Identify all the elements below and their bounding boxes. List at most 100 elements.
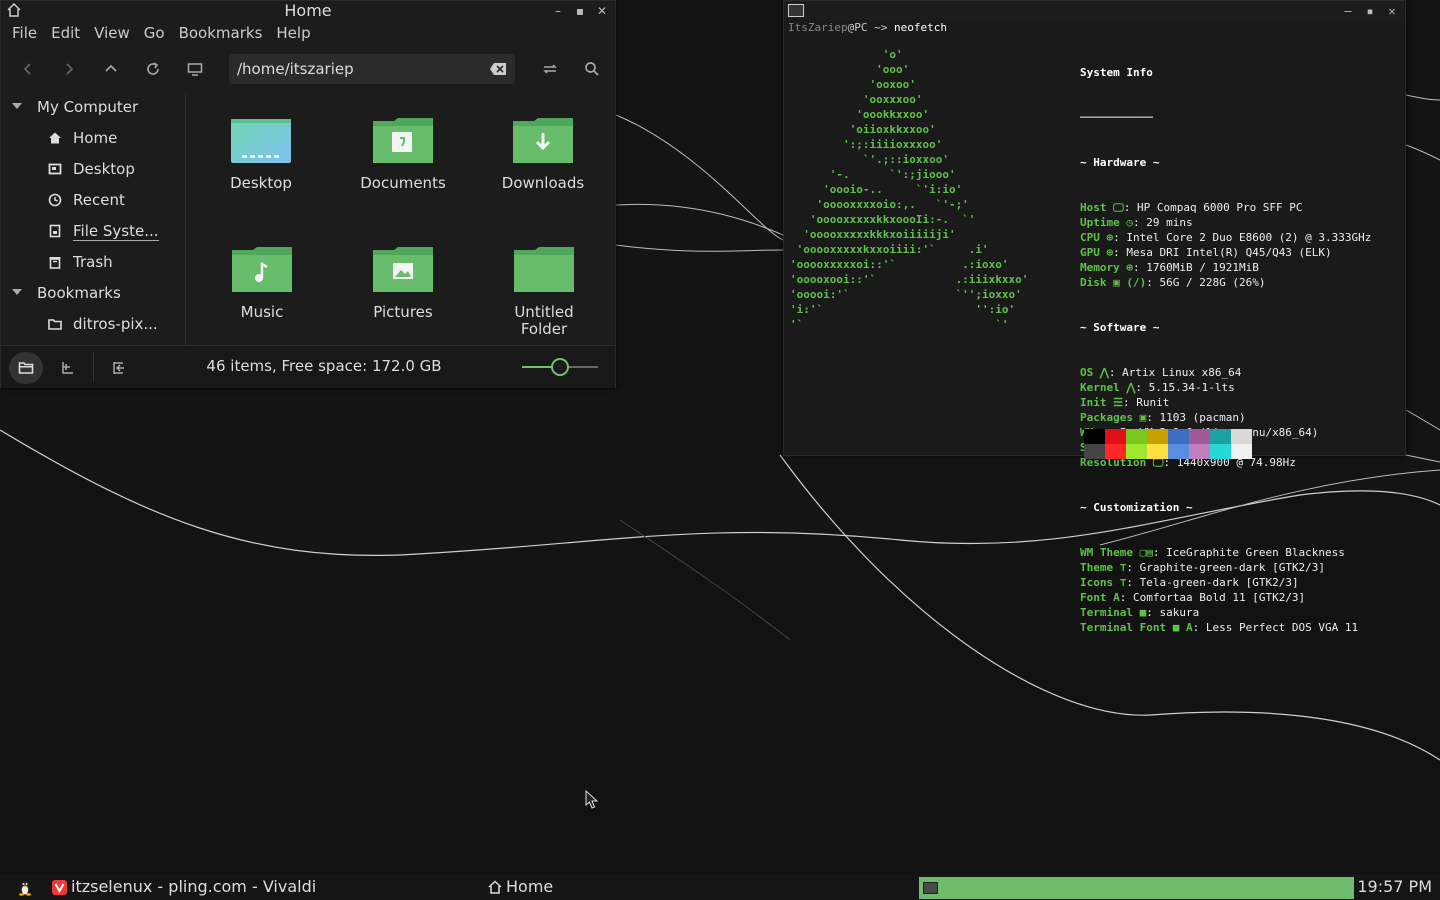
clock[interactable]: 19:57 PM — [1357, 874, 1432, 900]
sidebar-item-bookmark[interactable]: ditros-pix... — [1, 310, 185, 341]
info-icon: ◷ — [1119, 216, 1133, 229]
folder-downloads[interactable]: Downloads — [473, 117, 613, 192]
terminal-window[interactable]: – ▪ ✕ ItsZariep@PC ~> neofetch 'o' 'ooo'… — [783, 0, 1406, 634]
start-menu-button[interactable] — [16, 874, 34, 900]
window-titlebar[interactable]: – ▪ ✕ — [784, 1, 1405, 19]
chevron-right-icon — [66, 63, 74, 75]
location-input[interactable]: /home/itszariep — [229, 54, 515, 84]
info-row: GPU ⊕: Mesa DRI Intel(R) Q45/Q43 (ELK) — [1080, 245, 1371, 260]
toggle-location-button[interactable] — [538, 57, 562, 81]
terminal-icon — [923, 882, 938, 894]
taskbar: itzselenux - pling.com - Vivaldi Home 19… — [0, 874, 1440, 900]
show-treeview-button[interactable] — [51, 352, 85, 384]
folder-icon — [48, 319, 62, 330]
info-icon: ⊤ — [1113, 561, 1127, 574]
info-title: System Info — [1080, 66, 1153, 79]
tree-icon — [62, 362, 73, 374]
folder-desktop[interactable]: Desktop — [191, 117, 331, 192]
zoom-slider[interactable] — [522, 358, 598, 376]
sidebar-item-home[interactable]: Home — [1, 124, 185, 155]
search-icon — [585, 62, 599, 76]
folder-label: Downloads — [501, 174, 585, 192]
music-folder-icon — [232, 247, 292, 292]
menu-bookmarks[interactable]: Bookmarks — [172, 21, 270, 45]
ascii-logo: 'o' 'ooo' 'ooxoo' 'ooxxxoo' 'oookkxxoo' … — [790, 48, 1029, 331]
sidebar-item-label: Trash — [73, 253, 113, 271]
info-key: GPU — [1080, 246, 1100, 259]
palette-swatch — [1126, 444, 1147, 459]
sidebar-item-trash[interactable]: Trash — [1, 248, 185, 279]
info-value: : IceGraphite Green Blackness — [1152, 546, 1345, 559]
reload-button[interactable] — [141, 57, 165, 81]
info-row: Font A: Comfortaa Bold 11 [GTK2/3] — [1080, 590, 1371, 605]
menu-go[interactable]: Go — [137, 21, 172, 45]
folder-untitled[interactable]: Untitled Folder — [474, 246, 614, 338]
expander-arrow-icon[interactable] — [12, 289, 22, 295]
folder-label: Music — [240, 303, 284, 321]
sidebar-item-label: ditros-pix... — [73, 315, 158, 333]
forward-button[interactable] — [57, 57, 81, 81]
maximize-icon[interactable]: ▪ — [573, 4, 587, 18]
toolbar: /home/itszariep — [1, 45, 615, 93]
info-row: Icons ⊤: Tela-green-dark [GTK2/3] — [1080, 575, 1371, 590]
clock-icon — [48, 193, 62, 207]
chevron-up-icon — [105, 64, 117, 72]
search-button[interactable] — [580, 57, 604, 81]
clear-location-icon[interactable] — [489, 62, 507, 76]
statusbar: 46 items, Free space: 172.0 GB — [1, 345, 615, 388]
taskbar-vivaldi[interactable]: itzselenux - pling.com - Vivaldi — [52, 874, 316, 900]
folder-pictures[interactable]: Pictures — [333, 246, 473, 321]
status-text: 46 items, Free space: 172.0 GB — [206, 357, 442, 375]
info-icon: ⋀ — [1093, 366, 1109, 379]
info-value: : Mesa DRI Intel(R) Q45/Q43 (ELK) — [1113, 246, 1332, 259]
palette-swatch — [1105, 444, 1126, 459]
info-icon: ▣ (/) — [1106, 276, 1147, 289]
divider — [93, 352, 94, 382]
palette-swatch — [1084, 444, 1105, 459]
folder-music[interactable]: Music — [192, 246, 332, 321]
info-row: Theme ⊤: Graphite-green-dark [GTK2/3] — [1080, 560, 1371, 575]
close-icon[interactable]: ✕ — [1385, 4, 1399, 18]
maximize-icon[interactable]: ▪ — [1363, 4, 1377, 18]
folder-label: Pictures — [373, 303, 433, 321]
sidebar-item-recent[interactable]: Recent — [1, 186, 185, 217]
sidebar-item-desktop[interactable]: Desktop — [1, 155, 185, 186]
menu-edit[interactable]: Edit — [44, 21, 87, 45]
window-titlebar[interactable]: Home – ▪ ✕ — [1, 1, 615, 21]
info-row: CPU ⊕: Intel Core 2 Duo E8600 (2) @ 3.33… — [1080, 230, 1371, 245]
info-value: : Runit — [1122, 396, 1170, 409]
close-icon[interactable]: ✕ — [595, 4, 609, 18]
tux-icon — [19, 881, 31, 896]
collapse-sidebar-icon — [113, 362, 124, 374]
taskbar-home[interactable]: Home — [488, 874, 553, 900]
folder-documents[interactable]: Documents — [333, 117, 473, 192]
palette-swatch — [1084, 429, 1105, 444]
terminal-output[interactable]: ItsZariep@PC ~> neofetch 'o' 'ooo' 'ooxo… — [788, 19, 1401, 634]
info-value: : 5.15.34-1-lts — [1135, 381, 1235, 394]
sidebar-section-my-computer[interactable]: My Computer — [1, 93, 185, 124]
system-info: System Info ─────────── ~ Hardware ~ Hos… — [1080, 35, 1371, 665]
show-places-button[interactable] — [9, 352, 43, 384]
menu-help[interactable]: Help — [269, 21, 317, 45]
menu-view[interactable]: View — [87, 21, 137, 45]
info-value: : Graphite-green-dark [GTK2/3] — [1126, 561, 1326, 574]
file-manager-window[interactable]: Home – ▪ ✕ File Edit View Go Bookmarks H… — [0, 0, 616, 388]
info-key: Uptime — [1080, 216, 1120, 229]
minimize-icon[interactable]: – — [1341, 4, 1355, 18]
computer-button[interactable] — [183, 57, 207, 81]
info-icon: ☰ — [1106, 396, 1123, 409]
minimize-icon[interactable]: – — [551, 4, 565, 18]
prompt-user: ItsZariep — [788, 21, 848, 34]
zoom-slider-handle[interactable] — [551, 358, 569, 376]
sidebar-section-bookmarks[interactable]: Bookmarks — [1, 279, 185, 310]
menu-file[interactable]: File — [5, 21, 44, 45]
info-value: : HP Compaq 6000 Pro SFF PC — [1123, 201, 1303, 214]
shell-prompt: ItsZariep@PC ~> neofetch — [788, 21, 947, 34]
back-button[interactable] — [16, 57, 40, 81]
hide-sidebar-button[interactable] — [102, 352, 136, 384]
home-icon — [488, 880, 502, 894]
taskbar-terminal[interactable] — [919, 877, 1354, 899]
up-button[interactable] — [99, 57, 123, 81]
sidebar-item-filesystem[interactable]: File Syste... — [1, 217, 185, 248]
expander-arrow-icon[interactable] — [12, 103, 22, 109]
